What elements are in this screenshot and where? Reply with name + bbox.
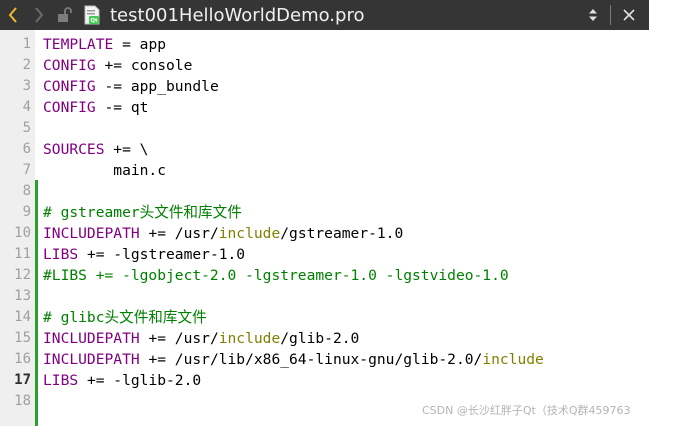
close-document-button[interactable] — [617, 0, 641, 30]
code-token: -= qt — [95, 99, 149, 116]
code-line[interactable]: 14 # glibc头文件和库文件 — [0, 307, 649, 328]
line-number: 12 — [14, 267, 31, 283]
qmake-variable: INCLUDEPATH — [43, 351, 140, 368]
code-text: INCLUDEPATH += /usr/lib/x86_64-linux-gnu… — [43, 349, 544, 370]
code-line[interactable]: 15 INCLUDEPATH += /usr/include/glib-2.0 — [0, 328, 649, 349]
code-token: += -lglib-2.0 — [78, 372, 202, 389]
code-text: #LIBS += -lgobject-2.0 -lgstreamer-1.0 -… — [43, 265, 509, 286]
line-number: 14 — [14, 309, 31, 325]
back-button[interactable] — [0, 0, 26, 30]
lock-button[interactable] — [52, 0, 78, 30]
code-token: -= app_bundle — [95, 78, 219, 95]
code-line[interactable]: 10 INCLUDEPATH += /usr/include/gstreamer-… — [0, 223, 649, 244]
code-token: /glib-2.0 — [280, 330, 360, 347]
code-keyword: include — [218, 330, 281, 347]
code-line[interactable]: 1 TEMPLATE = app — [0, 34, 649, 55]
chevron-right-icon — [35, 7, 44, 23]
line-number: 2 — [22, 57, 31, 73]
code-line[interactable]: 12 #LIBS += -lgobject-2.0 -lgstreamer-1.0… — [0, 265, 649, 286]
watermark: CSDN @长沙红胖子Qt（技术Q群459763 — [422, 404, 631, 417]
code-token: main.c — [43, 162, 167, 179]
code-keyword: include — [482, 351, 544, 368]
line-number: 9 — [22, 204, 31, 220]
qmake-project-file-icon: Qt — [84, 5, 100, 25]
qmake-variable: CONFIG — [43, 57, 96, 74]
code-text: LIBS += -lglib-2.0 — [43, 370, 201, 391]
code-text: LIBS += -lgstreamer-1.0 — [43, 244, 245, 265]
code-line[interactable]: 3 CONFIG -= app_bundle — [0, 76, 649, 97]
code-line[interactable]: 11 LIBS += -lgstreamer-1.0 — [0, 244, 649, 265]
qmake-variable: TEMPLATE — [43, 36, 114, 53]
code-line[interactable]: 16 INCLUDEPATH += /usr/lib/x86_64-linux-g… — [0, 349, 649, 370]
code-text: INCLUDEPATH += /usr/include/glib-2.0 — [43, 328, 359, 349]
code-token: = app — [113, 36, 167, 53]
code-token: += -lgstreamer-1.0 — [78, 246, 246, 263]
line-number: 17 — [14, 372, 31, 388]
line-number: 7 — [22, 162, 31, 178]
unlocked-padlock-icon — [58, 7, 72, 22]
line-number: 3 — [22, 78, 31, 94]
up-down-arrows-icon — [589, 9, 597, 21]
code-line[interactable]: 8 — [0, 181, 649, 202]
code-token: /gstreamer-1.0 — [280, 225, 404, 242]
qmake-variable: SOURCES — [43, 141, 105, 158]
code-line[interactable]: 9 # gstreamer头文件和库文件 — [0, 202, 649, 223]
code-token: += /usr/lib/x86_64-linux-gnu/glib-2.0/ — [139, 351, 483, 368]
line-number: 10 — [14, 225, 31, 241]
document-combo-arrows[interactable] — [582, 0, 604, 30]
code-line[interactable]: 6 SOURCES += \ — [0, 139, 649, 160]
svg-text:Qt: Qt — [90, 18, 98, 24]
code-text: main.c — [43, 160, 166, 181]
close-icon — [623, 9, 635, 21]
code-text: CONFIG -= app_bundle — [43, 76, 219, 97]
code-line[interactable]: 4 CONFIG -= qt — [0, 97, 649, 118]
qmake-variable: INCLUDEPATH — [43, 330, 140, 347]
code-token: += /usr/ — [139, 225, 219, 242]
qmake-variable: CONFIG — [43, 78, 96, 95]
code-comment: # glibc头文件和库文件 — [43, 309, 207, 326]
qmake-variable: LIBS — [43, 372, 79, 389]
line-number: 16 — [14, 351, 31, 367]
code-line[interactable]: 13 — [0, 286, 649, 307]
qmake-variable: INCLUDEPATH — [43, 225, 140, 242]
line-number: 4 — [22, 99, 31, 115]
line-number: 18 — [14, 393, 31, 409]
code-text: SOURCES += \ — [43, 139, 148, 160]
code-line[interactable]: 7 main.c — [0, 160, 649, 181]
qmake-variable: LIBS — [43, 246, 79, 263]
document-combo-label[interactable]: test001HelloWorldDemo.pro — [110, 5, 364, 26]
code-line[interactable]: 17 LIBS += -lglib-2.0 — [0, 370, 649, 391]
toolbar-separator — [610, 5, 611, 25]
editor-toolbar: Qt test001HelloWorldDemo.pro — [0, 0, 649, 30]
chevron-left-icon — [8, 7, 17, 23]
code-token: += \ — [104, 141, 149, 158]
code-keyword: include — [218, 225, 281, 242]
line-number: 1 — [22, 36, 31, 52]
code-text: CONFIG += console — [43, 55, 192, 76]
code-text: # glibc头文件和库文件 — [43, 307, 207, 328]
code-token: += /usr/ — [139, 330, 219, 347]
line-number: 15 — [14, 330, 31, 346]
line-number: 8 — [22, 183, 31, 199]
line-number: 11 — [14, 246, 31, 262]
code-line[interactable]: 5 — [0, 118, 649, 139]
code-text: CONFIG -= qt — [43, 97, 148, 118]
code-editor[interactable]: 1 TEMPLATE = app 2 CONFIG += console 3 CONFIG… — [0, 30, 649, 426]
code-comment: #LIBS += -lgobject-2.0 -lgstreamer-1.0 -… — [43, 267, 509, 284]
line-number: 5 — [22, 120, 31, 136]
code-comment: # gstreamer头文件和库文件 — [43, 204, 242, 221]
code-text: INCLUDEPATH += /usr/include/gstreamer-1.… — [43, 223, 403, 244]
forward-button[interactable] — [26, 0, 52, 30]
code-line[interactable]: 2 CONFIG += console — [0, 55, 649, 76]
line-number: 6 — [22, 141, 31, 157]
line-number: 13 — [14, 288, 31, 304]
qmake-variable: CONFIG — [43, 99, 96, 116]
code-text: TEMPLATE = app — [43, 34, 166, 55]
code-text: # gstreamer头文件和库文件 — [43, 202, 242, 223]
code-token: += console — [95, 57, 193, 74]
